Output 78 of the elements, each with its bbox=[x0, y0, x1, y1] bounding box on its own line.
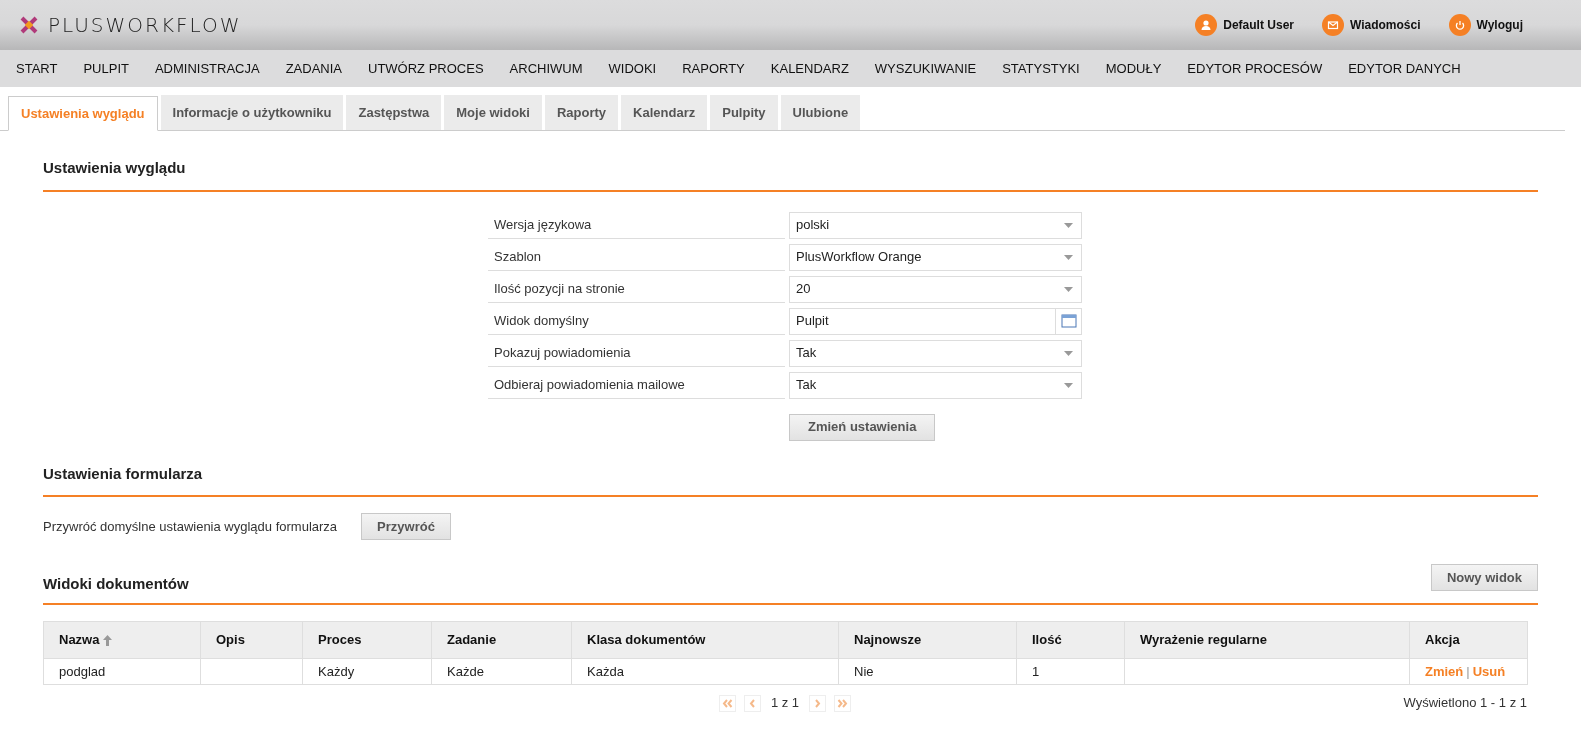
menu-item[interactable]: UTWÓRZ PROCES bbox=[368, 58, 484, 79]
user-icon bbox=[1195, 14, 1218, 36]
menu-item[interactable]: START bbox=[16, 58, 58, 79]
column-header[interactable]: Wyrażenie regularne bbox=[1124, 621, 1410, 659]
page-indicator: 1 z 1 bbox=[770, 694, 800, 713]
header-link[interactable]: Wyloguj bbox=[1448, 14, 1523, 36]
menu-item[interactable]: ZADANIA bbox=[285, 58, 342, 79]
menu-item[interactable]: STATYSTYKI bbox=[1002, 58, 1080, 79]
dropdown-field[interactable]: PlusWorkflow Orange bbox=[789, 243, 1082, 271]
field-label: Ilość pozycji na stronie bbox=[488, 275, 785, 303]
menu-item[interactable]: ADMINISTRACJA bbox=[154, 58, 260, 79]
table-cell: Nie bbox=[854, 663, 874, 679]
double-chevron-right-icon bbox=[837, 698, 849, 708]
table-cell: Każde bbox=[447, 663, 484, 679]
column-header[interactable]: Zadanie bbox=[431, 621, 572, 659]
field-label: Pokazuj powiadomienia bbox=[488, 339, 785, 367]
double-chevron-left-icon bbox=[721, 698, 733, 708]
power-icon bbox=[1448, 14, 1471, 36]
table-cell: Każda bbox=[587, 663, 624, 679]
header-link[interactable]: Default User bbox=[1195, 14, 1294, 36]
logo-icon bbox=[20, 16, 38, 34]
table-cell: 1 bbox=[1032, 663, 1040, 679]
button[interactable]: Nowy widok bbox=[1430, 564, 1538, 591]
menu-item[interactable]: KALENDARZ bbox=[770, 58, 849, 79]
sort-up-arrow-icon bbox=[103, 635, 113, 647]
previous-page-button[interactable] bbox=[743, 694, 761, 712]
field-label: Odbieraj powiadomienia mailowe bbox=[488, 371, 785, 399]
button[interactable]: Zmień ustawienia bbox=[789, 413, 936, 441]
tab[interactable]: Informacje o użytkowniku bbox=[160, 95, 344, 130]
section-title: Widoki dokumentów bbox=[43, 573, 189, 594]
column-header[interactable]: Proces bbox=[302, 621, 432, 659]
menu-item[interactable]: RAPORTY bbox=[682, 58, 745, 79]
column-header[interactable]: Klasa dokumentów bbox=[571, 621, 839, 659]
tab[interactable]: Pulpity bbox=[710, 95, 778, 130]
form-reset-text: Przywróć domyślne ustawienia wyglądu formularza bbox=[43, 517, 338, 536]
menu-item[interactable]: PULPIT bbox=[83, 58, 129, 79]
logo-text: PLUSWORKFLOW bbox=[48, 12, 242, 39]
dropdown-arrow-icon bbox=[1064, 286, 1073, 292]
table-cell: podglad bbox=[59, 663, 106, 679]
tab[interactable]: Zastępstwa bbox=[346, 95, 442, 130]
envelope-icon bbox=[1321, 14, 1344, 36]
link-separator: | bbox=[1466, 663, 1470, 679]
column-header[interactable]: Ilość bbox=[1016, 621, 1125, 659]
menu-item[interactable]: WIDOKI bbox=[608, 58, 657, 79]
dropdown-arrow-icon bbox=[1064, 382, 1073, 388]
dropdown-arrow-icon bbox=[1064, 254, 1073, 260]
dropdown-field[interactable]: polski bbox=[789, 211, 1082, 239]
field-label: Wersja językowa bbox=[488, 211, 785, 239]
view-picker-field[interactable]: Pulpit bbox=[789, 307, 1082, 335]
pager-summary: Wyświetlono 1 - 1 z 1 bbox=[1403, 694, 1527, 713]
field-label: Szablon bbox=[488, 243, 785, 271]
menu-item[interactable]: EDYTOR PROCESÓW bbox=[1187, 58, 1323, 79]
tab[interactable]: Ulubione bbox=[780, 95, 861, 130]
column-header[interactable]: Nazwa bbox=[43, 621, 201, 659]
dropdown-field[interactable]: 20 bbox=[789, 275, 1082, 303]
dropdown-field[interactable]: Tak bbox=[789, 371, 1082, 399]
column-header[interactable]: Najnowsze bbox=[838, 621, 1017, 659]
dropdown-arrow-icon bbox=[1064, 222, 1073, 228]
menu-item[interactable]: WYSZUKIWANIE bbox=[874, 58, 977, 79]
dropdown-arrow-icon bbox=[1064, 350, 1073, 356]
menu-item[interactable]: MODUŁY bbox=[1105, 58, 1162, 79]
dropdown-field[interactable]: Tak bbox=[789, 339, 1082, 367]
column-header[interactable]: Opis bbox=[200, 621, 303, 659]
menu-item[interactable]: EDYTOR DANYCH bbox=[1348, 58, 1461, 79]
next-page-button[interactable] bbox=[809, 694, 827, 712]
table-cell: Każdy bbox=[318, 663, 355, 679]
header-link[interactable]: Wiadomości bbox=[1321, 14, 1421, 36]
section-title: Ustawienia formularza bbox=[43, 463, 203, 484]
first-page-button[interactable] bbox=[718, 694, 736, 712]
tab[interactable]: Moje widoki bbox=[444, 95, 542, 130]
button[interactable]: Przywróć bbox=[361, 513, 451, 540]
tab[interactable]: Raporty bbox=[544, 95, 619, 130]
section-title: Ustawienia wyglądu bbox=[43, 158, 186, 178]
last-page-button[interactable] bbox=[834, 694, 852, 712]
column-header[interactable]: Akcja bbox=[1409, 621, 1528, 659]
menu-item[interactable]: ARCHIWUM bbox=[509, 58, 583, 79]
tab[interactable]: Kalendarz bbox=[621, 95, 708, 130]
field-label: Widok domyślny bbox=[488, 307, 785, 335]
